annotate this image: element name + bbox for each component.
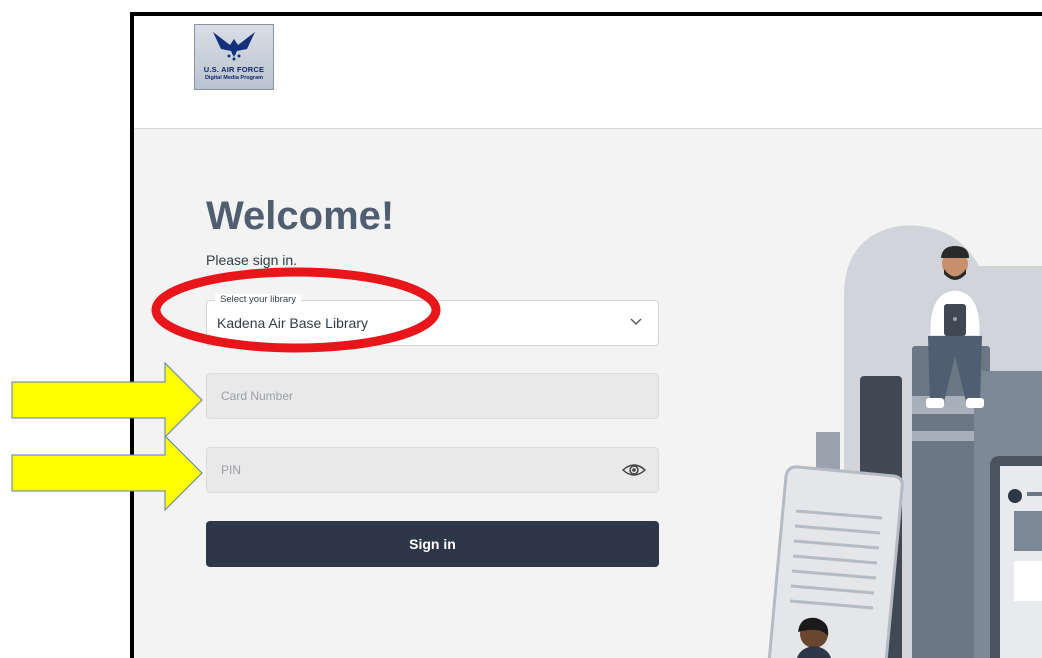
card-number-placeholder: Card Number (221, 389, 294, 403)
air-force-wing-icon (213, 32, 255, 61)
library-select-value: Kadena Air Base Library (217, 315, 368, 331)
page-title: Welcome! (206, 194, 395, 238)
browser-frame: U.S. AIR FORCE Digital Media Program Wel… (130, 12, 1042, 658)
logo-text-line1: U.S. AIR FORCE (203, 65, 265, 74)
chevron-down-icon (630, 318, 642, 325)
header: U.S. AIR FORCE Digital Media Program (134, 16, 1042, 129)
library-select[interactable]: Select your library Kadena Air Base Libr… (206, 294, 659, 346)
signin-subtitle: Please sign in. (206, 252, 298, 268)
reading-illustration (767, 225, 1042, 658)
sign-in-button[interactable]: Sign in (206, 521, 659, 567)
pin-input[interactable]: PIN (206, 447, 659, 493)
eye-icon[interactable] (622, 462, 646, 478)
pin-placeholder: PIN (221, 463, 242, 477)
air-force-logo: U.S. AIR FORCE Digital Media Program (194, 24, 274, 90)
logo-text-line2: Digital Media Program (204, 75, 264, 81)
card-number-input[interactable]: Card Number (206, 373, 659, 419)
library-select-label: Select your library (215, 294, 302, 305)
